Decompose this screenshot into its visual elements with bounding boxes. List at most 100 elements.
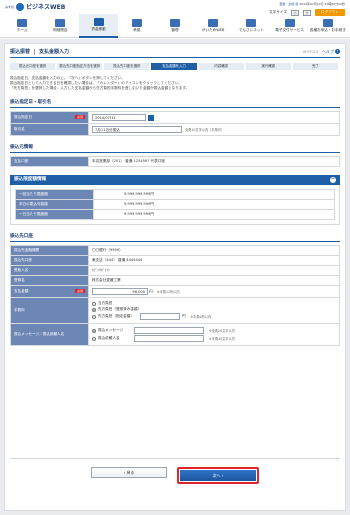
- nav-icon: [284, 19, 295, 27]
- page: みずほ ビジネスWEB 愛媛 太郎 様 2014年07月10日 10時00分00…: [0, 0, 350, 515]
- dest-label: 登録名: [10, 275, 89, 286]
- section-title: 振込振替: [10, 49, 31, 55]
- dest-value: 株式会社愛媛工業: [88, 275, 340, 286]
- nav-item-4[interactable]: 管理: [156, 14, 194, 38]
- name-value-cell: 7月11日分振込 全角10文字以内［半角可］: [88, 123, 340, 136]
- brand-name: ビジネスWEB: [26, 4, 66, 11]
- title-divider: [34, 48, 36, 55]
- nav-label: 各種お申込・お手続き: [309, 28, 346, 32]
- nav-label: がいためWEB: [201, 28, 225, 32]
- user-name: 愛媛 太郎 様: [279, 2, 299, 6]
- collapse-icon[interactable]: −: [330, 177, 336, 183]
- message-note: ※全角20文字以内: [209, 329, 235, 333]
- nav-label: ホーム: [16, 28, 28, 32]
- nav-item-3[interactable]: 承認: [118, 14, 156, 38]
- schedule-table: 振込指定日 必須 2014/07/11 取引名 7月11日分振込 全角10文字以内［…: [10, 111, 340, 136]
- radio-icon[interactable]: [92, 314, 96, 319]
- nav-item-2[interactable]: 資金移動: [79, 14, 118, 38]
- message-input[interactable]: [134, 335, 204, 342]
- name-label-cell: 取引名: [10, 123, 89, 136]
- source-table: 支払口座 本店営業部（201） 普通 1234567 代表口座: [10, 156, 340, 167]
- schedule-section: 振込指定日・取引名 振込指定日 必須 2014/07/11 取引名 7月11日分振…: [10, 99, 340, 136]
- nav-item-8[interactable]: 各種お申込・お手続き: [309, 14, 347, 38]
- limit-label: 本日の振込可能額: [15, 199, 94, 210]
- main-panel: 振込振替 支払金額入力 BFKF029 ヘルプ? 振込元口座を選択 振込先口座指定…: [4, 43, 346, 511]
- step-5: 内容確認: [198, 63, 244, 70]
- radio-icon[interactable]: [92, 307, 96, 312]
- nav-icon: [17, 19, 28, 27]
- nav-item-5[interactable]: がいためWEB: [194, 14, 232, 38]
- nav-label: 管理: [171, 28, 179, 32]
- message-input[interactable]: [134, 327, 204, 334]
- transaction-name-input[interactable]: 7月11日分振込: [92, 126, 182, 133]
- user-info: 愛媛 太郎 様 2014年07月10日 10時00分00秒: [279, 2, 345, 6]
- date-value-cell: 2014/07/11: [88, 111, 340, 124]
- dest-section: 振込先口座 振込先金融機関 〇〇銀行（9999） 振込先口座 東支店（444） 普通 …: [10, 233, 340, 346]
- step-3: 振込先口座を選択: [104, 63, 150, 70]
- message-option-label: 振込メッセージ: [98, 328, 124, 332]
- help-label: ヘルプ: [322, 48, 334, 54]
- radio-icon[interactable]: [92, 336, 96, 341]
- nav-label: 電子交付サービス: [275, 28, 305, 32]
- header: みずほ ビジネスWEB 愛媛 太郎 様 2014年07月10日 10時00分00…: [0, 0, 350, 38]
- limits-panel: 一回当たり限度額 9,999,999,999円 本日の振込可能額 9,999,999,…: [10, 185, 340, 225]
- fee-option[interactable]: 当方負担: [92, 301, 336, 306]
- nav-item-0[interactable]: ホーム: [3, 14, 41, 38]
- dest-label: 振込先口座: [10, 255, 89, 266]
- nav-icon: [93, 18, 104, 26]
- date-label-cell: 振込指定日 必須: [10, 111, 89, 124]
- back-button[interactable]: ‹ 戻る: [91, 467, 167, 478]
- message-option-label: 振込依頼人名: [98, 336, 120, 340]
- help-icon: ?: [335, 49, 340, 54]
- nav-icon: [55, 19, 66, 27]
- back-label: 戻る: [126, 470, 135, 475]
- message-label: 振込メッセージ／振込依頼人名: [10, 323, 89, 346]
- message-option[interactable]: 振込メッセージ ※全角20文字以内: [92, 327, 336, 334]
- limits-header[interactable]: 振込限度額情報 −: [10, 175, 340, 185]
- next-label: 次へ: [212, 473, 221, 478]
- logo: みずほ ビジネスWEB: [5, 2, 65, 11]
- login-time: 2014年07月10日 10時00分00秒: [299, 2, 345, 6]
- schedule-heading: 振込指定日・取引名: [10, 99, 340, 108]
- source-section: 振込元情報 支払口座 本店営業部（201） 普通 1234567 代表口座: [10, 144, 340, 167]
- required-badge: 必須: [74, 289, 85, 293]
- next-button[interactable]: 次へ ›: [180, 470, 256, 481]
- nav-item-1[interactable]: 明細照会: [41, 14, 79, 38]
- radio-icon[interactable]: [92, 328, 96, 333]
- calendar-icon[interactable]: [148, 114, 154, 121]
- nav-item-7[interactable]: 電子交付サービス: [271, 14, 309, 38]
- message-options-cell: 振込メッセージ ※全角20文字以内振込依頼人名 ※半角40文字以内: [88, 323, 340, 346]
- transfer-date-input[interactable]: 2014/07/11: [92, 114, 146, 121]
- nav-item-6[interactable]: でんさいネット: [232, 14, 270, 38]
- message-option[interactable]: 振込依頼人名 ※半角40文字以内: [92, 335, 336, 342]
- amount-value-cell: 98,000 円 ※半角11桁以内: [88, 285, 340, 298]
- radio-icon[interactable]: [92, 301, 96, 306]
- amount-unit: 円: [149, 289, 153, 294]
- page-title: 支払金額入力: [39, 49, 70, 55]
- name-label: 取引名: [14, 127, 25, 131]
- brand-icon: [16, 2, 25, 11]
- dest-table: 振込先金融機関 〇〇銀行（9999） 振込先口座 東支店（444） 普通 444444…: [10, 245, 340, 346]
- fee-options-cell: 当方負担 先方負担（登録済み金額） 先方負担（指定金額） 円 ※半角4桁以内: [88, 297, 340, 324]
- dest-label: 振込先金融機関: [10, 245, 89, 256]
- message-note: ※半角40文字以内: [209, 337, 235, 341]
- transaction-name-note: 全角10文字以内［半角可］: [185, 127, 225, 132]
- next-button-highlight: 次へ ›: [177, 467, 259, 484]
- step-7: 完了: [292, 63, 338, 70]
- step-2: 振込先口座指定方法を選択: [57, 63, 103, 70]
- content: 振込振替 支払金額入力 BFKF029 ヘルプ? 振込元口座を選択 振込先口座指定…: [0, 39, 350, 515]
- help-link[interactable]: ヘルプ?: [322, 49, 340, 55]
- nav-icon: [208, 19, 219, 27]
- step-4: 支払金額を入力: [151, 63, 197, 70]
- amount-input[interactable]: 98,000: [92, 288, 148, 295]
- instructions: 振込指定日、支払金額を入力の上、「次へ」ボタンを押してください。 振込指定日として…: [10, 76, 340, 91]
- fee-option[interactable]: 先方負担（登録済み金額）: [92, 307, 336, 312]
- fee-amount-input[interactable]: [139, 313, 180, 320]
- source-value: 本店営業部（201） 普通 1234567 代表口座: [88, 156, 340, 167]
- required-badge: 必須: [74, 115, 85, 119]
- fee-unit: 円: [181, 314, 186, 318]
- nav-icon: [246, 19, 257, 27]
- date-label: 振込指定日: [14, 115, 32, 119]
- fee-option[interactable]: 先方負担（指定金額） 円 ※半角4桁以内: [92, 313, 336, 320]
- limit-value: 9,999,999,999円: [93, 199, 335, 210]
